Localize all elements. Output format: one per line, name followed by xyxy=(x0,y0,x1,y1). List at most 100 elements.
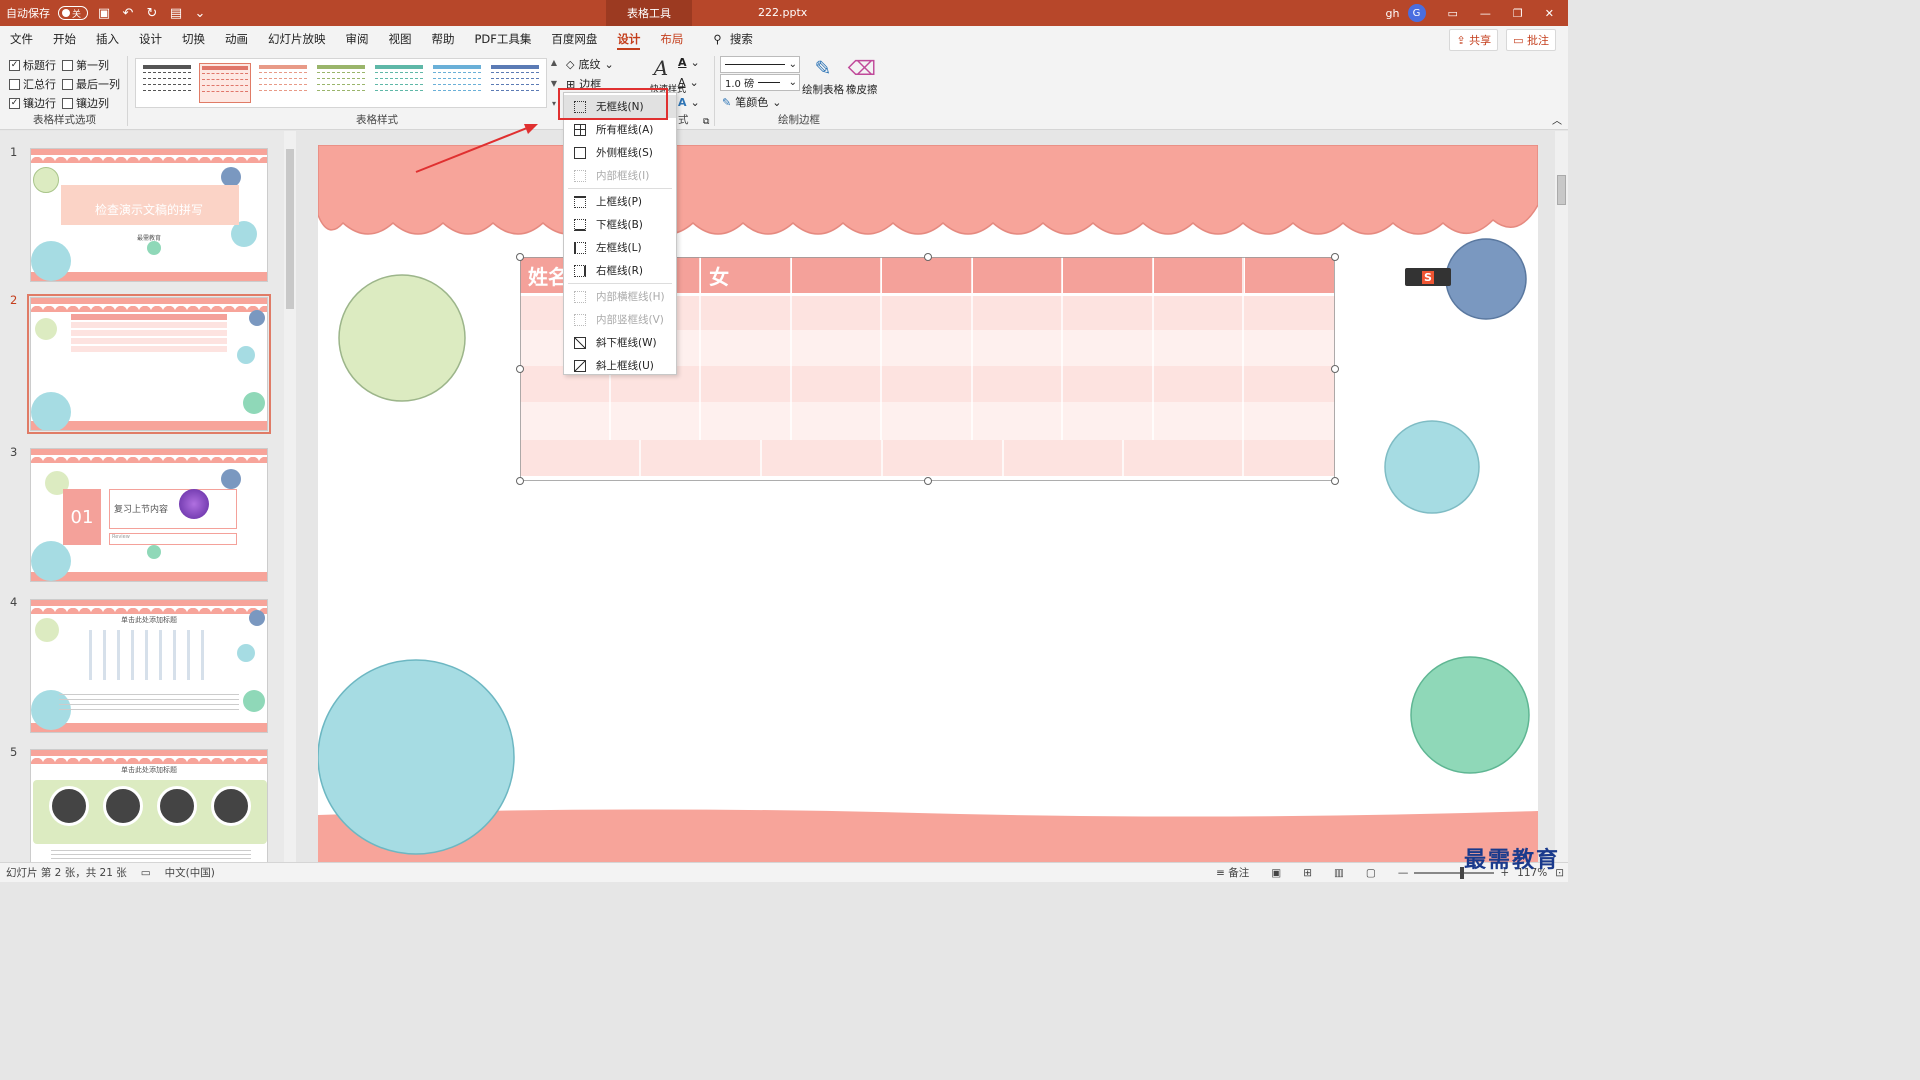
restore-icon[interactable]: ❐ xyxy=(1513,7,1523,20)
resize-handle[interactable] xyxy=(1331,253,1339,261)
top-border-icon xyxy=(574,195,586,208)
menu-home[interactable]: 开始 xyxy=(43,26,86,52)
menu-animations[interactable]: 动画 xyxy=(215,26,258,52)
banded-columns-checkbox[interactable]: 镶边列 xyxy=(62,95,109,111)
menu-baidu-netdisk[interactable]: 百度网盘 xyxy=(541,26,607,52)
collapse-ribbon-icon[interactable]: ︿ xyxy=(1552,112,1562,127)
pen-color-button[interactable]: ✎ 笔颜色 ⌄ xyxy=(722,94,781,110)
table-style-thumb[interactable] xyxy=(315,63,367,103)
ribbon-display-icon[interactable]: ▭ xyxy=(1448,7,1458,20)
status-bar: 幻灯片 第 2 张，共 21 张 ▭ 中文(中国) ≡ 备注 ▣ ⊞ ▥ ▢ —… xyxy=(0,862,1568,882)
slide-thumbnail-5[interactable]: 单击此处添加标题 xyxy=(30,749,268,862)
notes-button[interactable]: ≡ 备注 xyxy=(1216,865,1249,880)
draw-table-button[interactable]: ✎ 绘制表格 xyxy=(802,56,844,97)
resize-handle[interactable] xyxy=(516,365,524,373)
inside-horizontal-icon xyxy=(574,290,586,303)
last-column-checkbox[interactable]: 最后一列 xyxy=(62,76,120,92)
highlight-box xyxy=(558,88,668,120)
comment-button[interactable]: ▭ 批注 xyxy=(1506,29,1556,51)
avatar[interactable]: G xyxy=(1407,4,1426,22)
menu-item-left-border[interactable]: 左框线(L) xyxy=(564,236,676,259)
search-box[interactable]: ⚲ 搜索 xyxy=(713,31,752,47)
customize-qat-icon[interactable]: ⌄ xyxy=(192,5,208,21)
table-style-thumb[interactable] xyxy=(431,63,483,103)
pen-weight-select[interactable]: 1.0 磅 ⌄ xyxy=(720,74,800,91)
menu-transitions[interactable]: 切换 xyxy=(172,26,215,52)
pen-style-select[interactable]: ⌄ xyxy=(720,56,800,73)
eraser-button[interactable]: ⌫ 橡皮擦 xyxy=(846,56,878,97)
menu-slideshow[interactable]: 幻灯片放映 xyxy=(258,26,336,52)
menu-item-all-borders[interactable]: 所有框线(A) xyxy=(564,118,676,141)
redo-icon[interactable]: ↻ xyxy=(144,5,160,21)
slide-thumbnail-1[interactable]: 检查演示文稿的拼写 最需教育 xyxy=(30,148,268,282)
text-effects-button[interactable]: A ⌄ xyxy=(678,96,700,109)
menu-item-diagonal-down[interactable]: 斜下框线(W) xyxy=(564,331,676,354)
menu-review[interactable]: 审阅 xyxy=(336,26,379,52)
draw-table-icon: ✎ xyxy=(814,56,832,80)
tab-table-layout[interactable]: 布局 xyxy=(650,26,693,52)
share-button[interactable]: ⇪ 共享 xyxy=(1449,29,1499,51)
accessibility-icon[interactable]: ▭ xyxy=(141,867,151,879)
slide-sorter-icon[interactable]: ⊞ xyxy=(1303,867,1312,879)
resize-handle[interactable] xyxy=(516,477,524,485)
menu-item-diagonal-up[interactable]: 斜上框线(U) xyxy=(564,354,676,377)
ribbon: ✓ 标题行 第一列 汇总行 最后一列 ✓ 镶边行 镶边列 表格样式选项 ▲ ▼ ▾ 表格… xyxy=(0,52,1568,130)
banded-rows-checkbox[interactable]: ✓ 镶边行 xyxy=(9,95,56,111)
menu-item-top-border[interactable]: 上框线(P) xyxy=(564,190,676,213)
diagonal-up-icon xyxy=(574,359,586,372)
text-fill-button[interactable]: A ⌄ xyxy=(678,56,700,69)
menu-help[interactable]: 帮助 xyxy=(422,26,465,52)
total-row-checkbox[interactable]: 汇总行 xyxy=(9,76,56,92)
menu-item-inside-horizontal: 内部横框线(H) xyxy=(564,285,676,308)
table-style-thumb[interactable] xyxy=(141,63,193,103)
slide-scrollbar[interactable] xyxy=(1555,131,1568,862)
wordart-label: 式 xyxy=(678,114,689,126)
menu-design[interactable]: 设计 xyxy=(129,26,172,52)
thumb-badge: 01 xyxy=(63,489,101,545)
menu-item-outside-borders[interactable]: 外侧框线(S) xyxy=(564,141,676,164)
resize-handle[interactable] xyxy=(1331,365,1339,373)
reading-view-icon[interactable]: ▥ xyxy=(1334,867,1344,879)
minimize-icon[interactable]: — xyxy=(1480,7,1491,20)
table-style-thumb-selected[interactable] xyxy=(199,63,252,103)
resize-handle[interactable] xyxy=(924,477,932,485)
undo-icon[interactable]: ↶ xyxy=(120,5,136,21)
normal-view-icon[interactable]: ▣ xyxy=(1271,867,1281,879)
resize-handle[interactable] xyxy=(516,253,524,261)
text-outline-button[interactable]: A ⌄ xyxy=(678,76,699,89)
menu-item-bottom-border[interactable]: 下框线(B) xyxy=(564,213,676,236)
save-icon[interactable]: ▣ xyxy=(96,5,112,21)
slideshow-icon[interactable]: ▢ xyxy=(1366,867,1376,879)
menu-view[interactable]: 视图 xyxy=(379,26,422,52)
language-status[interactable]: 中文(中国) xyxy=(165,865,215,880)
table-style-thumb[interactable] xyxy=(489,63,541,103)
shading-button[interactable]: ◇ 底纹 ⌄ xyxy=(566,56,614,72)
slide-thumbnail-2[interactable] xyxy=(27,294,271,434)
ime-toolbar[interactable]: S xyxy=(1405,268,1451,286)
text-outline-icon: A xyxy=(678,76,686,89)
header-row-checkbox[interactable]: ✓ 标题行 xyxy=(9,57,56,73)
slide-thumbnail-4[interactable]: 单击此处添加标题 xyxy=(30,599,268,733)
menu-insert[interactable]: 插入 xyxy=(86,26,129,52)
current-slide[interactable]: 姓名 女 xyxy=(318,145,1538,862)
slide-counter: 幻灯片 第 2 张，共 21 张 xyxy=(6,867,127,879)
menu-item-right-border[interactable]: 右框线(R) xyxy=(564,259,676,282)
autosave-toggle[interactable]: 关 xyxy=(58,6,88,20)
menu-pdf-tools[interactable]: PDF工具集 xyxy=(465,26,542,52)
first-column-checkbox[interactable]: 第一列 xyxy=(62,57,109,73)
bottom-border-icon xyxy=(574,218,586,231)
thumbnail-scrollbar[interactable] xyxy=(284,131,296,862)
resize-handle[interactable] xyxy=(924,253,932,261)
chevron-down-icon: ⌄ xyxy=(788,59,797,70)
resize-handle[interactable] xyxy=(1331,477,1339,485)
slide-thumbnail-3[interactable]: 01 复习上节内容 Review xyxy=(30,448,268,582)
table-style-thumb[interactable] xyxy=(257,63,309,103)
zoom-out-icon[interactable]: — xyxy=(1398,867,1409,879)
dialog-launcher-icon[interactable]: ⧉ xyxy=(703,117,709,127)
menu-file[interactable]: 文件 xyxy=(0,26,43,52)
annotation-arrow xyxy=(415,124,538,173)
table-style-thumb[interactable] xyxy=(373,63,425,103)
tab-table-design[interactable]: 设计 xyxy=(607,26,650,52)
close-icon[interactable]: ✕ xyxy=(1545,7,1554,20)
present-icon[interactable]: ▤ xyxy=(168,5,184,21)
